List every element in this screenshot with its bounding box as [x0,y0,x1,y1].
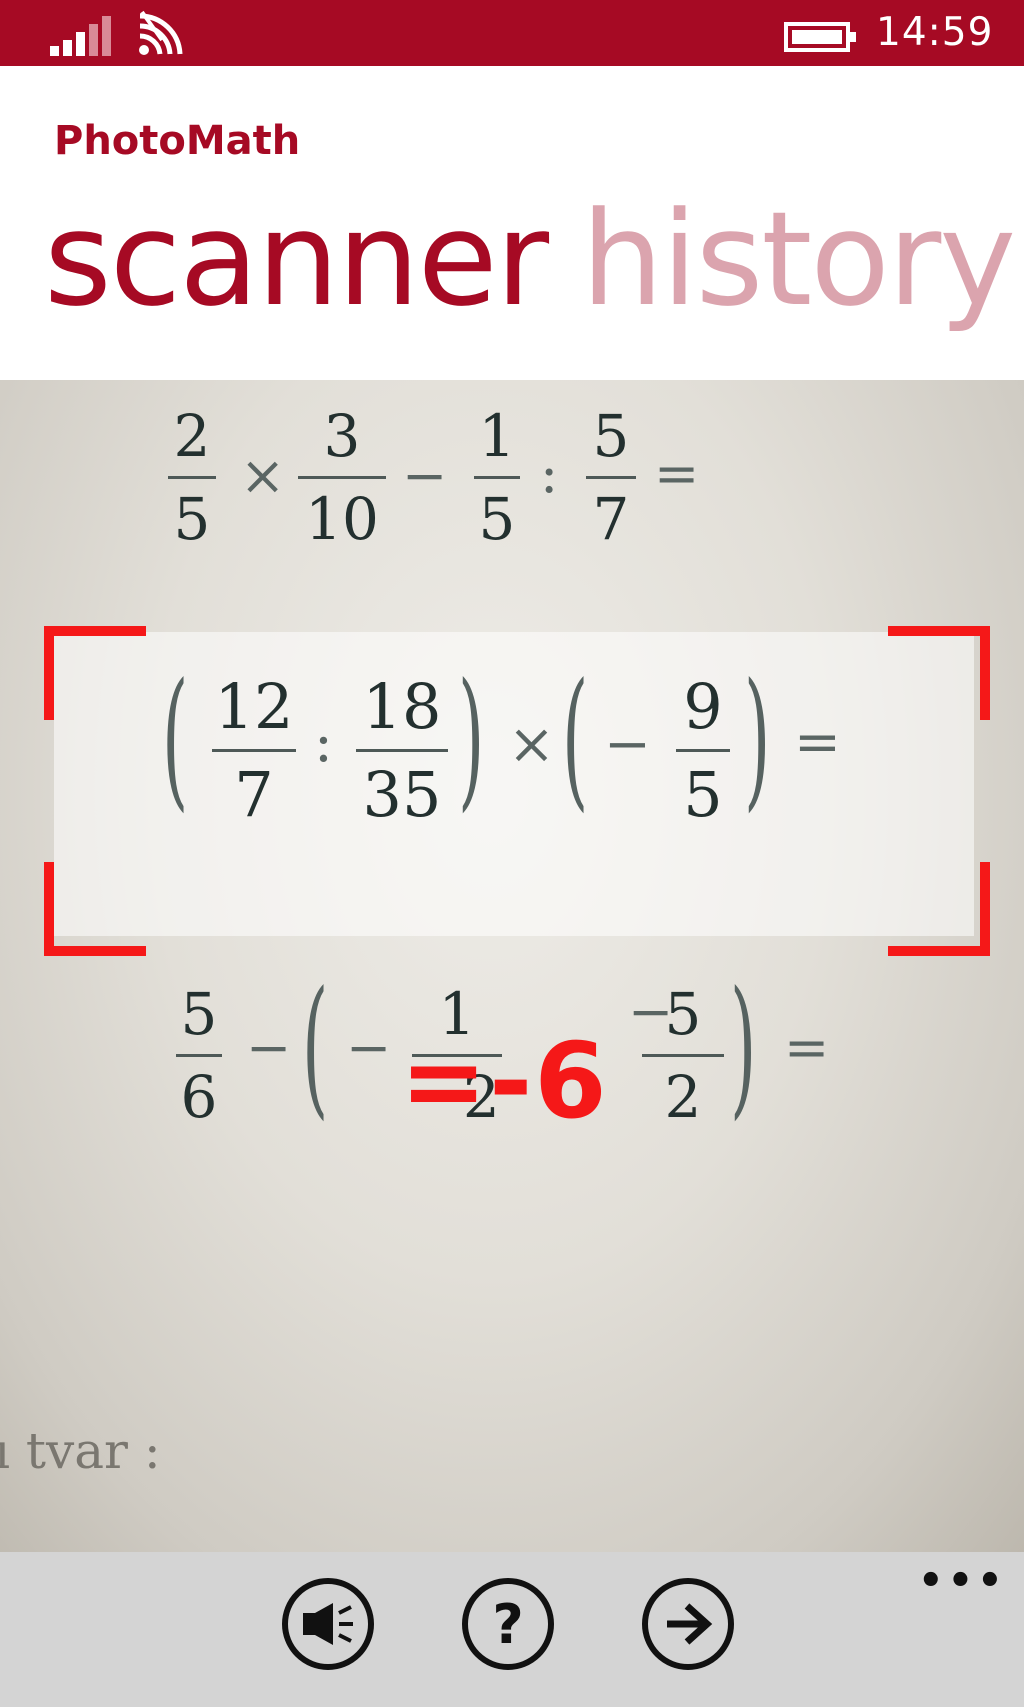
paren-open: ( [162,652,189,826]
fraction: 9 5 [676,670,730,831]
more-options-button[interactable]: ••• [918,1558,1007,1604]
paren-close: ) [744,652,771,826]
fraction-bar [474,476,520,479]
numerator: 5 [592,402,630,470]
page-text-fragment: ı tvar : [0,1422,161,1480]
pivot-header: scanner history [44,184,1024,334]
denominator: 5 [173,485,211,553]
pivot-item-scanner[interactable]: scanner [44,184,549,334]
arrow-right-icon [667,1603,713,1645]
fraction: 5 2 [642,980,724,1131]
paren-close: ) [458,652,485,826]
denominator: 5 [478,485,516,553]
flash-icon [303,1603,353,1645]
solution-result[interactable]: =-6 [400,1020,609,1142]
battery-icon [784,22,856,52]
numerator: 18 [362,670,442,743]
operator: − [604,712,651,777]
operator: : [314,710,333,775]
fraction-bar [168,476,216,479]
operator: = [654,442,700,505]
fraction: 18 35 [356,670,448,831]
numerator: 12 [214,670,294,743]
fraction-bar [586,476,636,479]
operator: = [784,1016,830,1079]
fraction-bar [212,749,296,752]
app-bar: ? ••• [0,1552,1024,1707]
operator: = [794,710,841,775]
denominator: 10 [305,485,379,553]
scan-frame-corner-bottom-left [44,862,146,956]
numerator: 9 [683,670,723,743]
scan-frame-area [54,632,974,936]
fraction: 1 5 [474,402,520,553]
flash-button[interactable] [282,1578,374,1670]
denominator: 5 [683,758,723,831]
fraction-bar [676,749,730,752]
next-button[interactable] [642,1578,734,1670]
app-title: PhotoMath [54,118,301,164]
fraction: 12 7 [212,670,296,831]
fraction-bar [356,749,448,752]
numerator: 2 [173,402,211,470]
paren-open: ( [562,652,589,826]
operator: − [246,1016,292,1079]
operator: − [346,1016,392,1079]
scan-frame-corner-bottom-right [888,862,990,956]
fraction-bar [176,1054,222,1057]
fraction: 3 10 [298,402,386,553]
signal-icon [50,16,111,56]
operator: : [540,442,559,505]
question-icon: ? [492,1592,524,1656]
numerator: 1 [478,402,516,470]
numerator: 5 [664,980,702,1048]
numerator: 5 [180,980,218,1048]
fraction: 5 6 [176,980,222,1131]
status-bar: 14:59 [0,0,1024,66]
fraction-bar [642,1054,724,1057]
paren-open: ( [302,960,329,1134]
fraction-bar [298,476,386,479]
operator: − [402,444,448,507]
status-time: 14:59 [876,10,994,55]
numerator: 3 [323,402,361,470]
fraction: 5 7 [586,402,636,553]
operator: × [508,712,555,777]
pivot-item-history[interactable]: history [581,184,1016,334]
denominator: 6 [180,1063,218,1131]
help-button[interactable]: ? [462,1578,554,1670]
operator: × [240,444,286,507]
app-header: PhotoMath scanner history [0,66,1024,380]
denominator: 7 [592,485,630,553]
camera-preview[interactable]: 2 5 × 3 10 − 1 5 : 5 7 = ( 12 7: 18 35 … [0,380,1024,1552]
denominator: 2 [664,1063,702,1131]
fraction: 2 5 [168,402,216,553]
scan-frame-corner-top-right [888,626,990,720]
paren-close: ) [730,960,757,1134]
wifi-icon [139,10,183,55]
scan-frame-corner-top-left [44,626,146,720]
denominator: 7 [234,758,274,831]
denominator: 35 [362,758,442,831]
